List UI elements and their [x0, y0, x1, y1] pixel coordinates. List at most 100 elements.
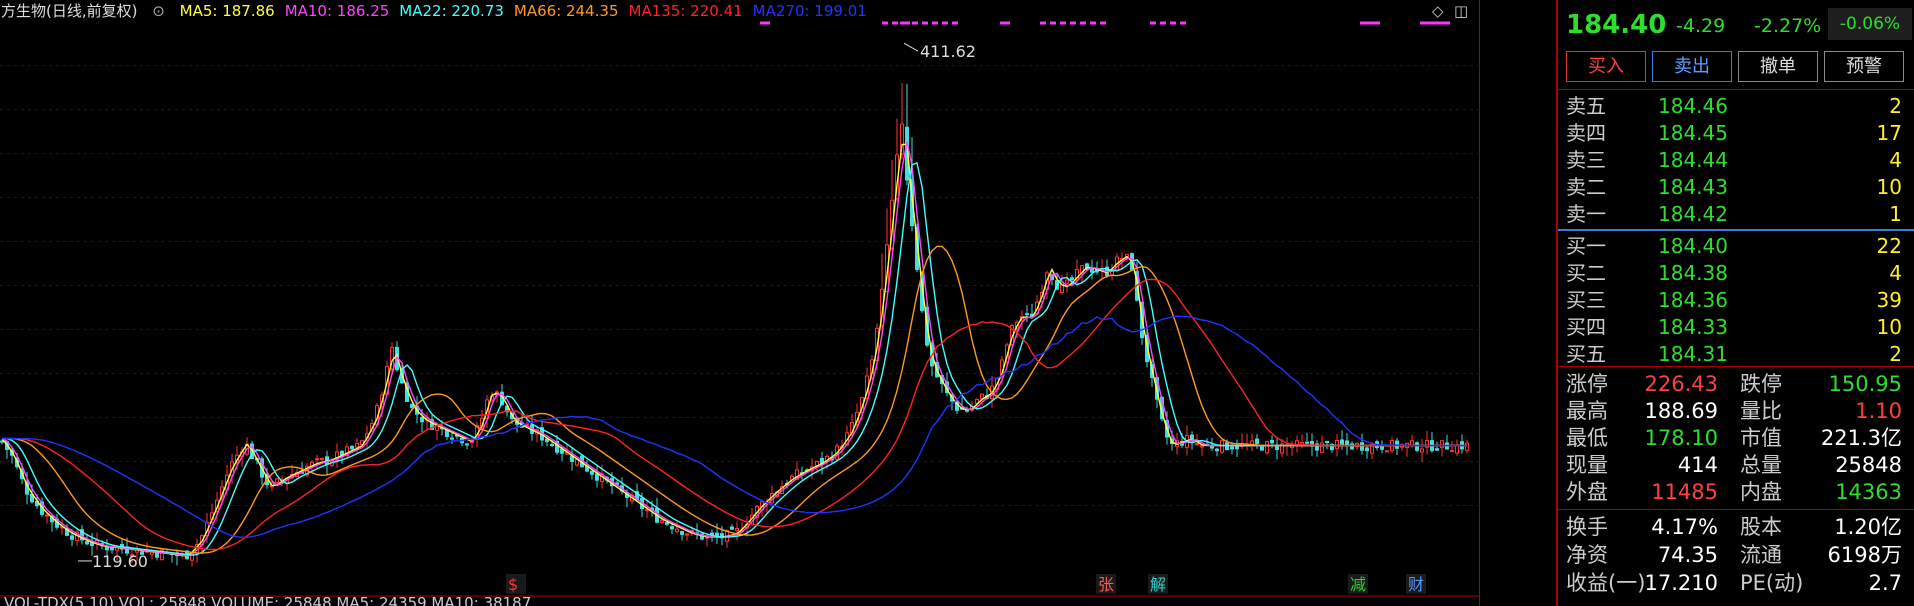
candle-body: [1420, 448, 1424, 453]
ask-row[interactable]: 卖二 184.43 10: [1558, 174, 1914, 201]
stat-label: 外盘: [1566, 480, 1608, 504]
candle-body: [1195, 443, 1199, 446]
event-marker[interactable]: 张: [1098, 575, 1114, 594]
high-price-label: 411.62: [920, 42, 976, 61]
stat-value: 1.20亿: [1834, 515, 1902, 539]
stat-row: 净资 74.35 流通 6198万: [1558, 542, 1914, 569]
candle-body: [70, 535, 74, 540]
stat-label: 最高: [1566, 399, 1608, 423]
candle-body: [1440, 440, 1444, 449]
candle-body: [660, 520, 664, 524]
ma-line-ma135: [2, 278, 1467, 551]
candle-body: [1255, 438, 1259, 445]
volume-indicator-label: VOL-TDX(5,10) VOL: 25848 VOLUME: 25848 M…: [4, 594, 531, 606]
bid-price: 184.33: [1658, 315, 1728, 339]
stat-value: 414: [1677, 453, 1718, 477]
stat-value: 4.17%: [1651, 515, 1718, 539]
candle-body: [1325, 440, 1329, 444]
bid-price: 184.40: [1658, 234, 1728, 258]
sell-button[interactable]: 卖出: [1652, 51, 1732, 82]
bid-ask-divider: [1558, 229, 1914, 231]
candle-body: [0, 440, 4, 443]
kline-chart[interactable]: 400.0375.0350.0325.0300.0275.0250.0225.0…: [0, 0, 1480, 606]
legend-title: 东方生物(日线,前复权): [0, 2, 138, 20]
candle-body: [1450, 450, 1454, 453]
stat-label: 净资: [1566, 543, 1608, 567]
window-toggle-icon[interactable]: ◫: [1454, 2, 1468, 20]
stat-value: 25848: [1835, 453, 1902, 477]
candle-body: [1210, 446, 1214, 449]
bid-volume: 10: [1876, 315, 1902, 339]
ask-price: 184.42: [1658, 202, 1728, 226]
candle-body: [45, 514, 49, 517]
legend-ma10: MA10: 186.25: [284, 2, 390, 20]
bid-level-label: 买四: [1566, 315, 1606, 339]
bid-row[interactable]: 买三 184.36 39: [1558, 287, 1914, 314]
stat-label: PE(动): [1740, 571, 1804, 595]
stat-row: 换手 4.17% 股本 1.20亿: [1558, 514, 1914, 541]
bid-row[interactable]: 买四 184.33 10: [1558, 314, 1914, 341]
bid-level-label: 买三: [1566, 288, 1606, 312]
candle-body: [1200, 445, 1204, 448]
divider: [1558, 509, 1914, 510]
candle-body: [1365, 447, 1369, 452]
bid-price: 184.36: [1658, 288, 1728, 312]
legend-ma5: MA5: 187.86: [179, 2, 275, 20]
cancel-order-button[interactable]: 撤单: [1738, 51, 1818, 82]
stat-label: 涨停: [1566, 372, 1608, 396]
candle-body: [685, 533, 689, 536]
stat-row: 外盘 11485 内盘 14363: [1558, 479, 1914, 506]
stat-label: 现量: [1566, 453, 1608, 477]
ask-row[interactable]: 卖一 184.42 1: [1558, 201, 1914, 228]
ask-row[interactable]: 卖三 184.44 4: [1558, 147, 1914, 174]
stat-row: 现量 414 总量 25848: [1558, 452, 1914, 479]
event-marker[interactable]: $: [508, 575, 518, 594]
bid-volume: 2: [1889, 342, 1902, 366]
candle-body: [1230, 446, 1234, 450]
ma-line-ma5: [1, 143, 1467, 557]
bid-row[interactable]: 买五 184.31 2: [1558, 341, 1914, 368]
candle-body: [350, 445, 354, 450]
candle-body: [735, 527, 739, 532]
candle-body: [1235, 445, 1239, 450]
ask-row[interactable]: 卖四 184.45 17: [1558, 120, 1914, 147]
bid-row[interactable]: 买二 184.38 4: [1558, 260, 1914, 287]
diamond-icon[interactable]: ◇: [1432, 2, 1444, 20]
candle-body: [1345, 440, 1349, 446]
candle-body: [730, 526, 734, 530]
ask-row[interactable]: 卖五 184.46 2: [1558, 93, 1914, 120]
stat-value: 221.3亿: [1820, 426, 1902, 450]
candle-body: [1270, 439, 1274, 444]
candle-body: [450, 437, 454, 440]
candle-body: [1070, 277, 1074, 281]
bid-price: 184.31: [1658, 342, 1728, 366]
legend-ma22: MA22: 220.73: [399, 2, 504, 20]
stat-label: 跌停: [1740, 372, 1782, 396]
price-change-percent: -2.27%: [1754, 15, 1822, 37]
stat-value: 74.35: [1657, 543, 1718, 567]
candle-body: [420, 417, 424, 423]
divider: [1558, 366, 1914, 367]
kline-chart-area[interactable]: 400.0375.0350.0325.0300.0275.0250.0225.0…: [0, 0, 1480, 606]
candle-body: [1350, 443, 1354, 450]
ask-level-label: 卖一: [1566, 202, 1606, 226]
stat-value: 17.210: [1644, 571, 1718, 595]
stat-row: 最高 188.69 量比 1.10: [1558, 398, 1914, 425]
bid-row[interactable]: 买一 184.40 22: [1558, 233, 1914, 260]
stat-value: 6198万: [1827, 543, 1902, 567]
ask-level-label: 卖三: [1566, 148, 1606, 172]
candle-body: [355, 443, 359, 448]
ask-volume: 10: [1876, 175, 1902, 199]
candle-body: [1335, 440, 1339, 450]
event-marker[interactable]: 财: [1408, 575, 1424, 594]
event-marker[interactable]: 解: [1150, 575, 1166, 594]
legend-settings-icon[interactable]: ⊙: [152, 2, 165, 20]
price-change: -4.29: [1676, 15, 1726, 37]
candle-body: [410, 403, 414, 408]
candle-body: [1360, 442, 1364, 451]
chart-tools: ◇ ◫: [1428, 2, 1476, 22]
candle-body: [1340, 439, 1344, 445]
event-marker[interactable]: 减: [1350, 575, 1366, 594]
buy-button[interactable]: 买入: [1566, 51, 1646, 82]
alert-button[interactable]: 预警: [1824, 51, 1904, 82]
